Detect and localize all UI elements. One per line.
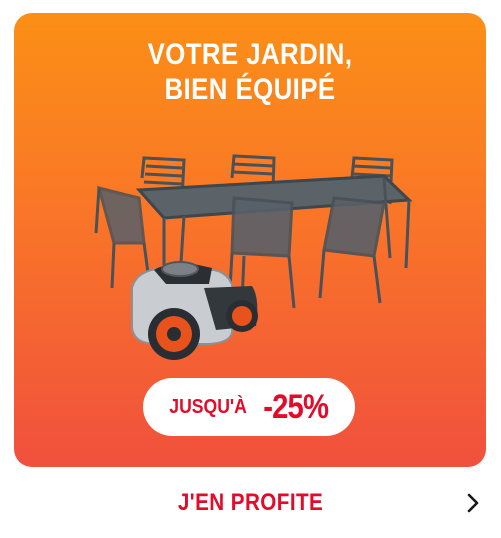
headline-line-2: BIEN ÉQUIPÉ	[164, 73, 336, 106]
robot-mower-image	[131, 261, 258, 360]
discount-prefix: JUSQU'À	[169, 395, 248, 418]
product-image	[94, 154, 413, 360]
discount-value: -25%	[263, 387, 330, 426]
cta-label: J'EN PROFITE	[177, 489, 324, 516]
chevron-right-icon	[467, 493, 479, 513]
promo-banner[interactable]: VOTRE JARDIN, BIEN ÉQUIPÉ JUSQU'À -25%	[14, 13, 486, 467]
promo-headline: VOTRE JARDIN, BIEN ÉQUIPÉ	[47, 37, 453, 107]
cta-link[interactable]: J'EN PROFITE	[0, 475, 501, 531]
headline-line-1: VOTRE JARDIN,	[147, 38, 353, 71]
discount-badge: JUSQU'À -25%	[143, 378, 355, 436]
